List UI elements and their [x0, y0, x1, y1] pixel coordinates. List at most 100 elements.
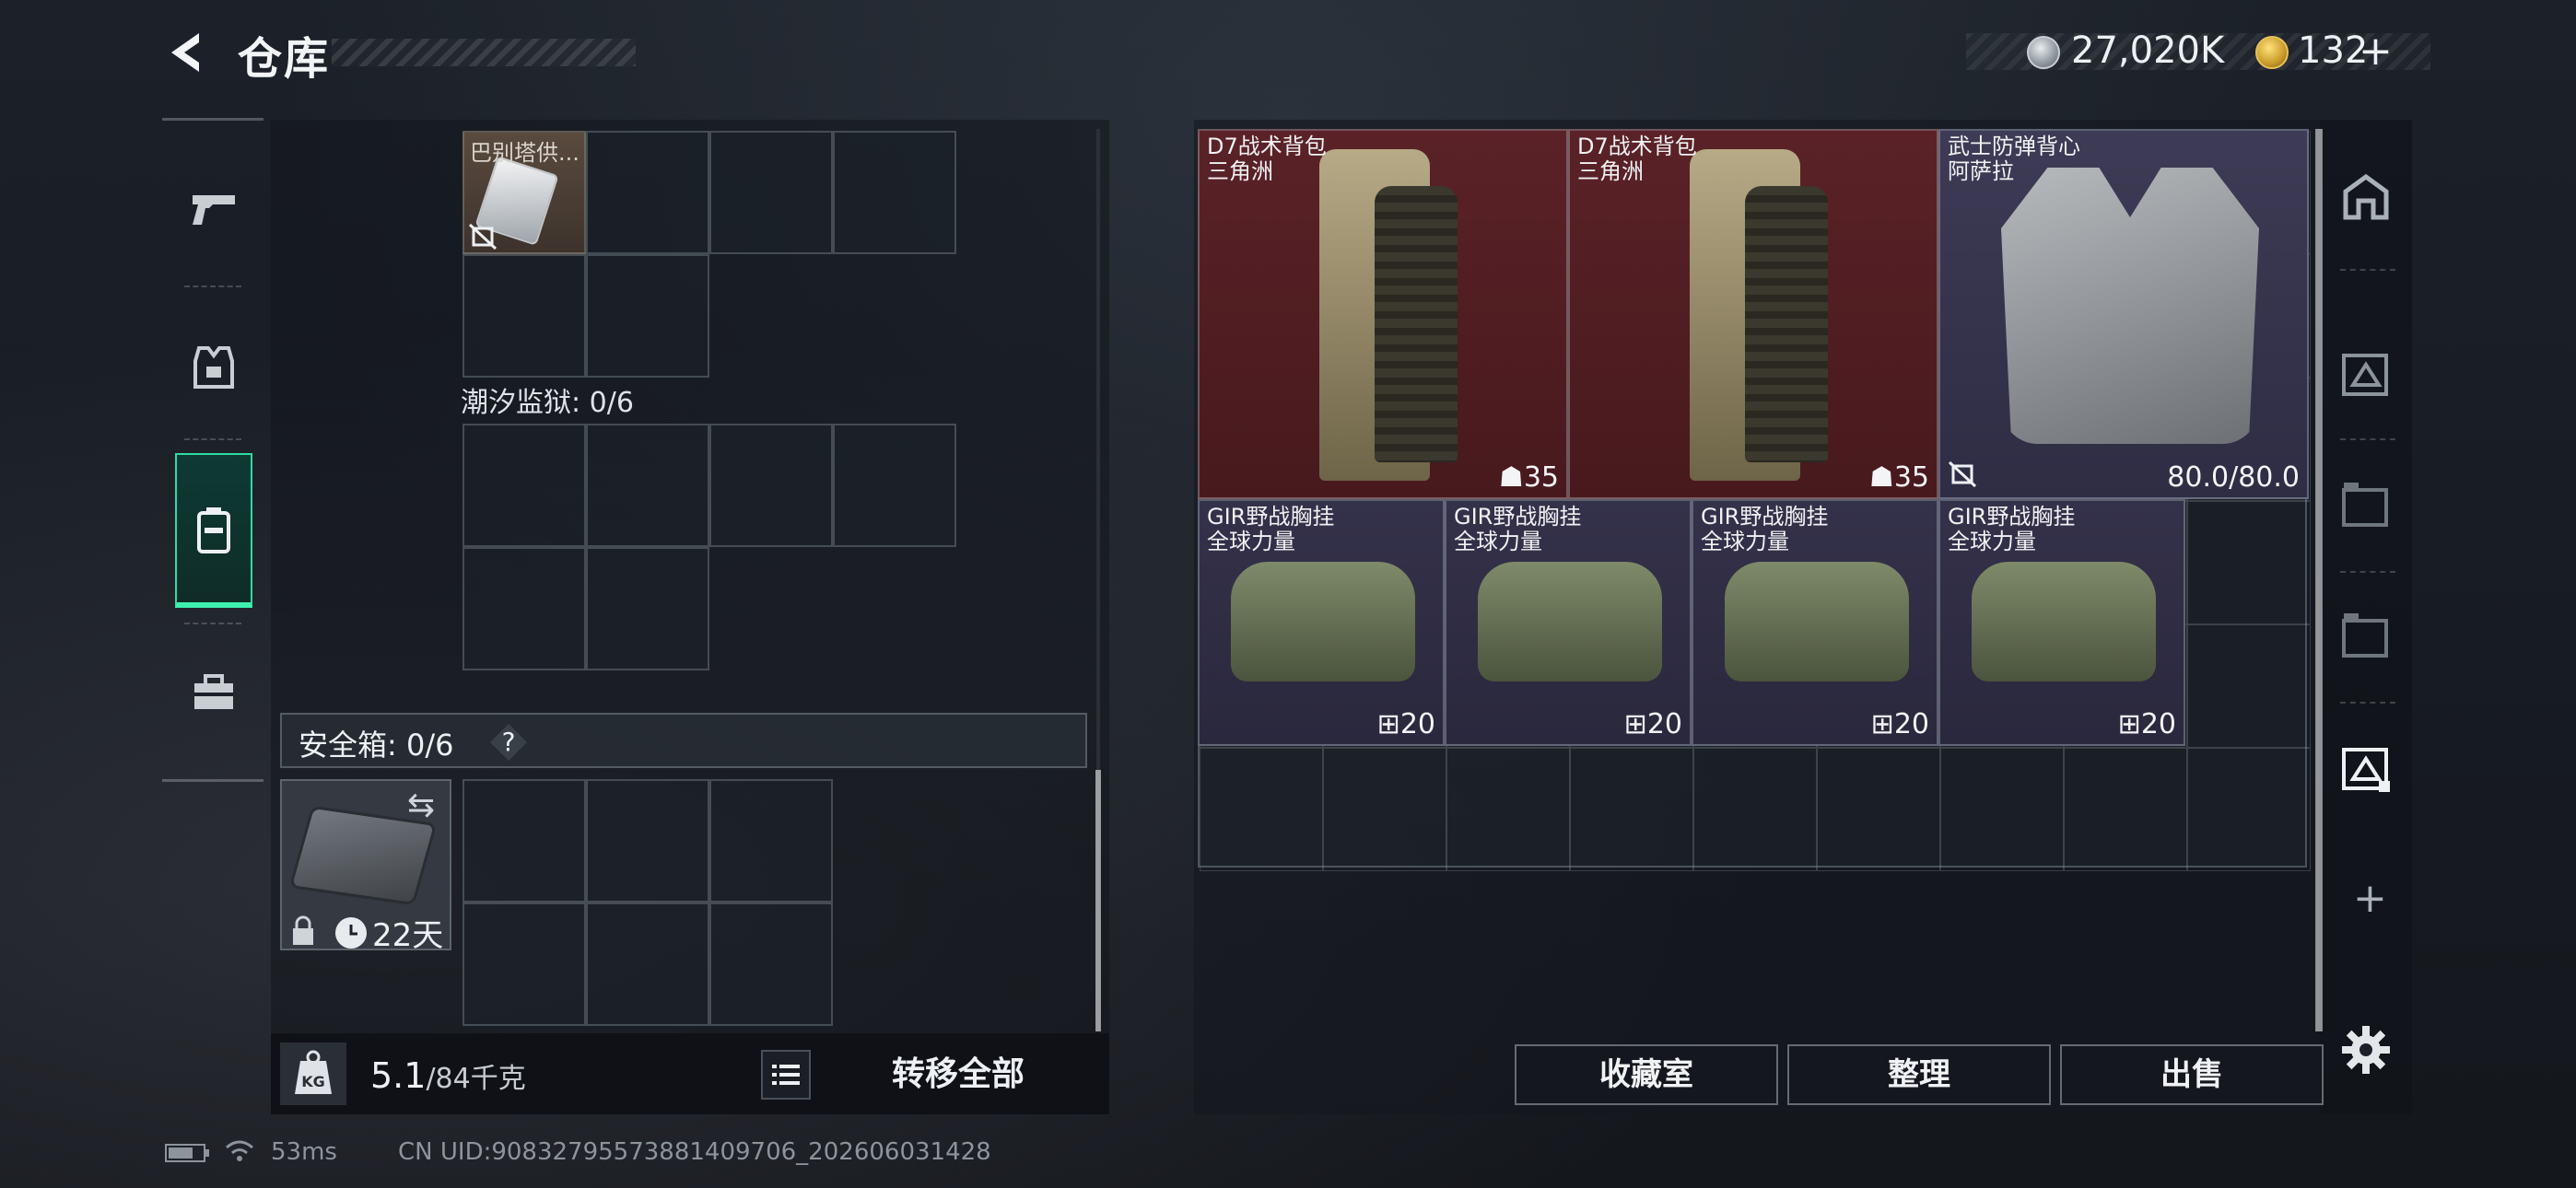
stash-item-d7-backpack[interactable]: D7战术背包 三角洲 ☗35	[1198, 129, 1568, 499]
list-view-button[interactable]	[761, 1050, 811, 1100]
stash-item-gir-chest-rig[interactable]: GIR野战胸挂 全球力量 ⊞20	[1198, 499, 1445, 746]
grid-slot[interactable]	[463, 903, 586, 1026]
backpack-straps-art	[1375, 186, 1458, 462]
item-capacity: ⊞20	[1623, 708, 1682, 740]
stash-slot[interactable]	[2187, 624, 2311, 748]
settings-gear-icon[interactable]	[2338, 1022, 2394, 1081]
no-trade-icon	[1948, 460, 1977, 492]
grid-slot[interactable]	[463, 254, 586, 378]
grid-slot[interactable]	[463, 779, 586, 903]
svg-text:KG: KG	[301, 1073, 325, 1090]
stash-page-current-icon[interactable]	[2336, 739, 2395, 798]
stash-slot[interactable]	[1940, 748, 2064, 871]
grid-slot[interactable]	[463, 547, 586, 670]
lock-icon	[289, 915, 317, 950]
item-capacity: ⊞20	[2117, 708, 2176, 740]
grid-slot[interactable]	[586, 547, 709, 670]
item-capacity: ☗35	[1868, 461, 1929, 494]
stash-page-home-icon[interactable]	[2336, 168, 2395, 227]
backpack-icon	[197, 507, 230, 553]
collection-room-button[interactable]: 收藏室	[1515, 1044, 1778, 1105]
transfer-all-button[interactable]: 转移全部	[848, 1050, 1069, 1100]
stash-item-samurai-vest[interactable]: 武士防弹背心 阿萨拉 80.0/80.0	[1938, 129, 2309, 499]
weight-icon: KG	[280, 1042, 346, 1105]
stash-item-d7-backpack[interactable]: D7战术背包 三角洲 ☗35	[1568, 129, 1938, 499]
item-name: D7战术背包 三角洲	[1577, 134, 1697, 184]
rail-separator	[2340, 438, 2395, 440]
toolbox-icon	[194, 674, 233, 709]
item-durability: 80.0/80.0	[2167, 461, 2300, 494]
item-name: 武士防弹背心 阿萨拉	[1948, 134, 2080, 184]
silver-coin-icon	[2027, 36, 2060, 69]
category-supplies-tab[interactable]	[175, 637, 252, 748]
stash-slot[interactable]	[1323, 748, 1446, 871]
rail-top-line	[162, 118, 263, 121]
safe-box-label: 安全箱: 0/6	[299, 728, 454, 763]
vest-art	[2001, 168, 2259, 444]
rail-separator	[2340, 571, 2395, 573]
wifi-icon	[223, 1136, 256, 1168]
page-title: 仓库	[238, 33, 331, 85]
title-decoration	[332, 39, 636, 66]
stash-scrollbar-thumb[interactable]	[2315, 129, 2323, 1031]
grid-slot[interactable]	[709, 131, 833, 254]
rail-separator	[2340, 269, 2395, 271]
tidal-prison-label: 潮汐监狱: 0/6	[461, 387, 634, 419]
item-name: GIR野战胸挂 全球力量	[1701, 504, 1829, 554]
item-name: GIR野战胸挂 全球力量	[1207, 504, 1335, 554]
stash-page-2-icon[interactable]	[2336, 475, 2395, 534]
organize-button[interactable]: 整理	[1787, 1044, 2051, 1105]
category-equipment-tab[interactable]	[175, 313, 252, 424]
category-storage-tab-icon-wrap	[175, 475, 252, 586]
intel-item-name: 巴别塔供...	[470, 140, 580, 166]
stash-slot[interactable]	[2187, 748, 2311, 871]
rail-separator	[2340, 702, 2395, 704]
grid-slot[interactable]	[833, 131, 956, 254]
grid-slot[interactable]	[586, 254, 709, 378]
stash-page-1-icon[interactable]	[2336, 344, 2395, 403]
stash-slot[interactable]	[1693, 748, 1817, 871]
item-name: GIR野战胸挂 全球力量	[1948, 504, 2076, 554]
grid-slot[interactable]	[833, 424, 956, 547]
grid-slot[interactable]	[586, 131, 709, 254]
rail-separator	[184, 285, 241, 287]
back-arrow-icon	[171, 33, 199, 72]
grid-slot[interactable]	[709, 424, 833, 547]
item-name: GIR野战胸挂 全球力量	[1454, 504, 1582, 554]
weight-capacity: /84千克	[426, 1063, 526, 1095]
stash-slot[interactable]	[1817, 748, 1940, 871]
grid-slot[interactable]	[586, 424, 709, 547]
stash-item-gir-chest-rig[interactable]: GIR野战胸挂 全球力量 ⊞20	[1938, 499, 2185, 746]
gold-coin-icon	[2255, 36, 2289, 69]
stash-slot[interactable]	[1570, 748, 1693, 871]
add-currency-button[interactable]: +	[2359, 28, 2393, 75]
stash-page-3-icon[interactable]	[2336, 606, 2395, 665]
add-stash-page-button[interactable]: +	[2353, 875, 2387, 922]
category-weapons-tab[interactable]	[175, 153, 252, 263]
item-capacity: ⊞20	[1870, 708, 1929, 740]
grid-slot[interactable]	[463, 424, 586, 547]
grid-slot[interactable]	[709, 903, 833, 1026]
vest-icon	[193, 346, 234, 389]
rail-bottom-line	[162, 779, 263, 782]
stash-item-gir-chest-rig[interactable]: GIR野战胸挂 全球力量 ⊞20	[1445, 499, 1692, 746]
grid-slot[interactable]	[586, 903, 709, 1026]
item-name: D7战术背包 三角洲	[1207, 134, 1327, 184]
stash-slot[interactable]	[1200, 748, 1323, 871]
grid-slot[interactable]	[586, 779, 709, 903]
back-button[interactable]	[162, 28, 212, 77]
left-scrollbar-thumb[interactable]	[1095, 770, 1101, 1031]
uid-readout: CN UID:908327955738814097​06_20260603142…	[398, 1138, 991, 1166]
stash-slot[interactable]	[1446, 748, 1570, 871]
chest-rig-art	[1972, 562, 2156, 681]
weight-readout: 5.1/84千克	[370, 1055, 526, 1096]
clock-icon	[335, 917, 367, 949]
sell-button[interactable]: 出售	[2060, 1044, 2324, 1105]
swap-icon[interactable]: ⇆	[407, 786, 435, 824]
item-capacity: ☗35	[1498, 461, 1559, 494]
stash-item-gir-chest-rig[interactable]: GIR野战胸挂 全球力量 ⊞20	[1692, 499, 1938, 746]
grid-slot[interactable]	[709, 779, 833, 903]
stash-slot[interactable]	[2187, 501, 2311, 624]
weight-current: 5.1	[370, 1055, 427, 1096]
stash-slot[interactable]	[2064, 748, 2187, 871]
